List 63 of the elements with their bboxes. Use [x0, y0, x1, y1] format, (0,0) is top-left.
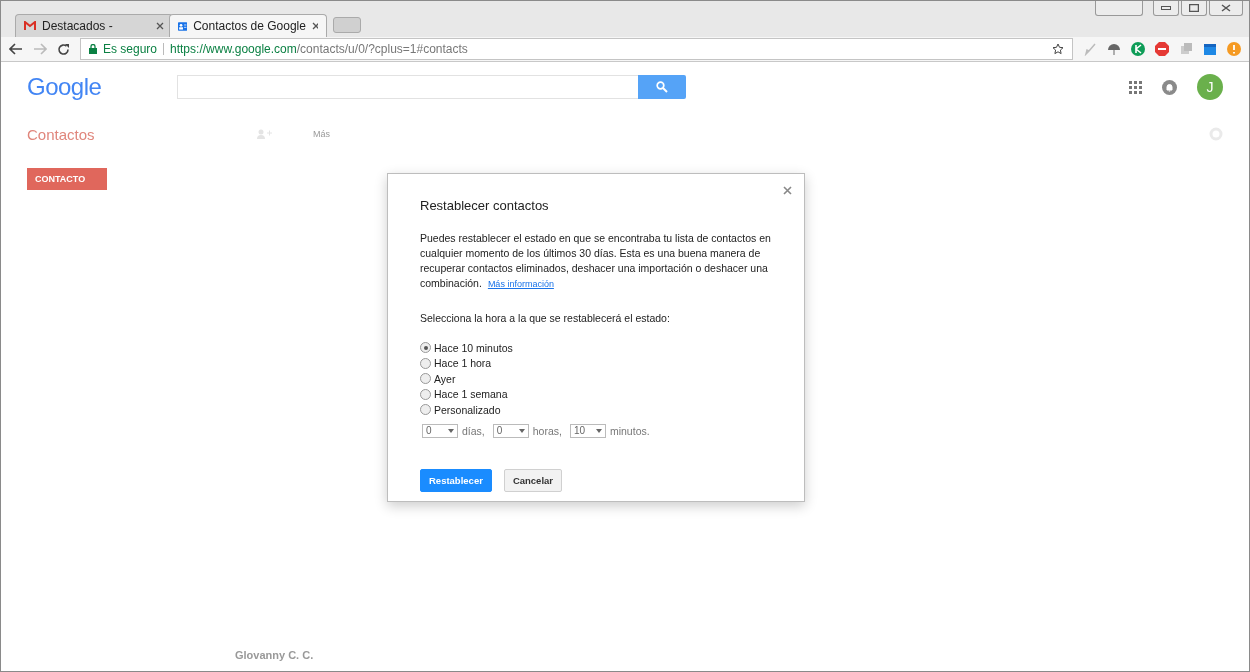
radio-icon[interactable]	[420, 373, 431, 385]
search-icon	[656, 81, 668, 93]
copy-icon[interactable]	[1179, 42, 1193, 56]
dropdown-arrow-icon	[518, 428, 525, 433]
address-bar[interactable]: Es seguro https://www.google.com/contacts/u/0/?cplus=1#contacts	[80, 38, 1073, 60]
radio-icon[interactable]	[420, 342, 431, 354]
dropdown-field[interactable]: 0	[492, 423, 529, 438]
close-button[interactable]	[781, 184, 794, 197]
bell-icon[interactable]	[1162, 79, 1177, 95]
star-icon[interactable]	[1052, 43, 1064, 55]
mail-icon	[24, 21, 36, 31]
umbrella-icon[interactable]	[1107, 42, 1121, 56]
cancel-button[interactable]: Cancelar	[503, 468, 562, 492]
minimize-icon	[1161, 6, 1171, 10]
alert-icon[interactable]	[1227, 42, 1241, 56]
brush-icon[interactable]	[1083, 42, 1097, 56]
radio-icon[interactable]	[420, 357, 431, 369]
calendar-icon[interactable]	[1203, 42, 1217, 56]
browser-tab[interactable]: Contactos de Google	[169, 14, 327, 37]
reload-icon[interactable]	[57, 42, 70, 56]
dialog-title: Restablecer contactos	[420, 198, 550, 213]
close-icon[interactable]	[156, 22, 164, 30]
apps-grid-icon[interactable]	[1129, 80, 1142, 94]
lock-icon	[89, 44, 97, 54]
search-button[interactable]	[638, 75, 686, 99]
close-button[interactable]	[1209, 1, 1243, 16]
more-info-link[interactable]: Más información	[487, 279, 554, 289]
radio-option[interactable]: Ayer	[420, 371, 772, 387]
close-icon	[1221, 4, 1231, 12]
unit-label: horas,	[532, 424, 562, 437]
dropdown-field[interactable]: 10	[569, 423, 606, 438]
unit-label: días,	[462, 424, 485, 437]
minimize-button[interactable]	[1153, 1, 1179, 16]
stop-sign-icon[interactable]	[1155, 42, 1169, 56]
contact-name: Glovanny C. C.	[234, 649, 315, 661]
dropdown-arrow-icon	[448, 428, 454, 433]
search-field[interactable]	[177, 75, 638, 99]
maximize-icon	[1189, 4, 1199, 12]
maximize-button[interactable]	[1181, 1, 1207, 16]
contacts-icon	[178, 20, 188, 32]
window-button[interactable]	[1095, 1, 1143, 16]
new-contact-button[interactable]: CONTACTO	[27, 168, 107, 190]
time-prompt: Selecciona la hora a la que se restablecerá el estado:	[420, 312, 671, 324]
security-label: Es seguro	[103, 42, 158, 56]
dropdown-field[interactable]: 0	[422, 423, 458, 438]
close-icon[interactable]	[311, 22, 318, 30]
forward-icon[interactable]	[33, 43, 47, 55]
radio-icon[interactable]	[420, 404, 431, 416]
back-icon[interactable]	[9, 43, 23, 55]
radio-option[interactable]: Hace 1 hora	[420, 355, 772, 371]
dropdown-arrow-icon	[595, 428, 602, 433]
dialog-description: Puedes restablecer el estado en que se encontraba tu lista de contactos en cualquier momento de los últimos 30 días. Esta es una buena manera de recuperar contactos eliminados, deshacer una importación o deshacer una combinación. Más información	[420, 231, 772, 291]
radio-option[interactable]: Personalizado	[420, 402, 772, 418]
page-title: Contactos	[27, 125, 96, 143]
radio-icon[interactable]	[420, 388, 431, 400]
close-icon	[783, 186, 792, 195]
google-logo: Google	[27, 73, 103, 101]
restore-button[interactable]: Restablecer	[420, 468, 492, 492]
radio-option[interactable]: Hace 10 minutos	[420, 340, 772, 356]
url-text: https://www.google.com/contacts/u/0/?cplus=1#contacts	[170, 42, 468, 56]
unit-label: minutos.	[609, 424, 650, 437]
radio-option[interactable]: Hace 1 semana	[420, 386, 772, 402]
k-icon[interactable]	[1131, 42, 1145, 56]
